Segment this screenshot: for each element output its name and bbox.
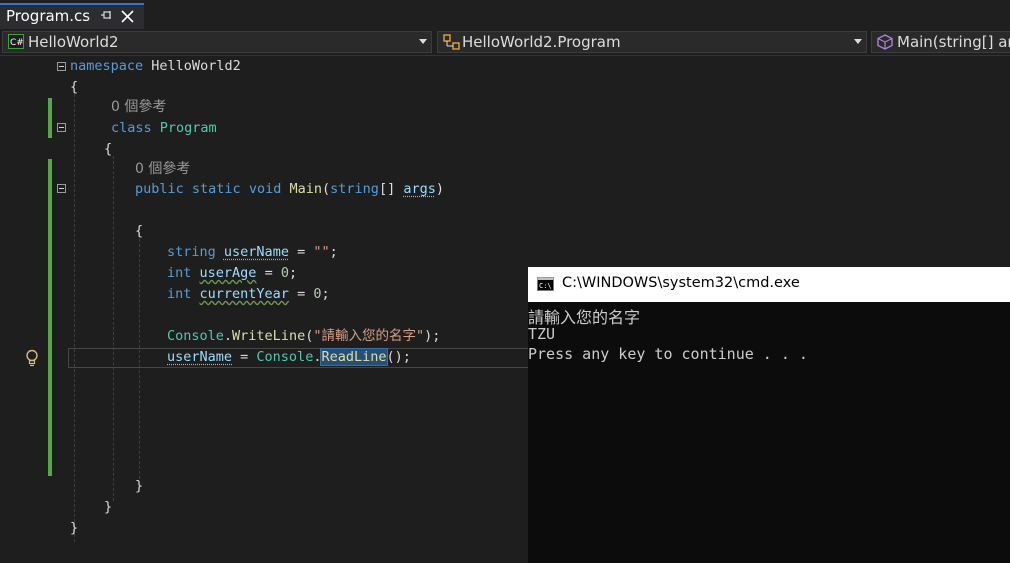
navigation-bar: C# HelloWorld2 HelloWorld2.Program Main(…	[0, 29, 1010, 56]
console-output-line: TZU	[528, 325, 556, 343]
code-line: int userAge = 0;	[167, 265, 298, 281]
svg-text:C#: C#	[10, 38, 24, 48]
code-line: {	[135, 223, 144, 239]
member-dropdown[interactable]: Main(string[] args)	[871, 31, 1010, 53]
svg-text:C:\: C:\	[539, 282, 552, 290]
variable-currentyear: currentYear	[199, 286, 289, 302]
tab-label: Program.cs	[6, 7, 91, 25]
class-icon	[443, 34, 460, 50]
glyph-margin	[0, 56, 22, 563]
console-output-line: Press any key to continue . . .	[528, 345, 808, 363]
code-line: {	[70, 79, 79, 95]
class-console: Console	[167, 328, 224, 344]
code-line: namespace HelloWorld2	[70, 56, 241, 76]
class-name: Program	[159, 120, 217, 136]
code-line: class Program	[111, 118, 217, 138]
collapse-method-toggle[interactable]	[57, 184, 66, 193]
close-icon[interactable]	[121, 10, 134, 23]
method-writeline: WriteLine	[232, 328, 306, 344]
code-line: }	[135, 478, 144, 494]
number-literal: 0	[280, 265, 289, 281]
keyword-namespace: namespace	[70, 58, 144, 74]
code-line: }	[70, 520, 79, 536]
keyword-int: int	[167, 265, 192, 281]
collapse-class-toggle[interactable]	[57, 123, 66, 132]
keyword-void: void	[248, 181, 282, 197]
variable-username: userName	[167, 349, 233, 365]
change-bar	[48, 98, 52, 138]
method-readline-selected[interactable]: ReadLine	[320, 348, 388, 366]
code-line: userName = Console.ReadLine();	[167, 348, 411, 366]
keyword-class: class	[111, 120, 152, 136]
keyword-string: string	[167, 244, 216, 260]
method-name: Main	[289, 181, 323, 197]
code-line: string userName = "";	[167, 244, 338, 260]
lightbulb-icon[interactable]	[25, 349, 39, 367]
cmd-icon: C:\	[537, 277, 554, 291]
indent-guide	[74, 94, 75, 542]
variable-username: userName	[223, 244, 289, 260]
string-literal: ""	[313, 244, 330, 260]
csharp-project-icon: C#	[8, 34, 24, 49]
codelens-reference-count[interactable]: 0 個參考	[135, 159, 190, 179]
method-cube-icon	[877, 34, 893, 50]
code-line: int currentYear = 0;	[167, 286, 330, 302]
document-tab-strip: Program.cs	[0, 0, 1010, 29]
string-literal: "請輸入您的名字"	[313, 328, 425, 344]
class-dropdown[interactable]: HelloWorld2.Program	[437, 31, 867, 53]
console-window[interactable]: C:\ C:\WINDOWS\system32\cmd.exe 請輸入您的名字 …	[528, 267, 1010, 563]
keyword-string: string	[330, 181, 379, 197]
code-line: }	[104, 499, 113, 515]
variable-userage: userAge	[199, 265, 257, 281]
codelens-reference-count[interactable]: 0 個參考	[111, 97, 166, 117]
keyword-public: public	[135, 181, 184, 197]
code-line: {	[104, 141, 113, 157]
chevron-down-icon	[419, 39, 427, 44]
class-console: Console	[256, 349, 314, 365]
code-line: public static void Main(string[] args)	[135, 181, 444, 197]
keyword-static: static	[191, 181, 241, 197]
console-titlebar[interactable]: C:\ C:\WINDOWS\system32\cmd.exe	[528, 267, 1010, 302]
parameter-name: args	[403, 181, 436, 197]
namespace-name: HelloWorld2	[151, 58, 241, 74]
tab-program-cs[interactable]: Program.cs	[0, 3, 144, 29]
indent-guide	[113, 156, 114, 501]
member-dropdown-label: Main(string[] args)	[897, 33, 1010, 51]
code-line: Console.WriteLine("請輸入您的名字");	[167, 328, 441, 344]
class-dropdown-label: HelloWorld2.Program	[462, 33, 621, 51]
keyword-int: int	[167, 286, 192, 302]
collapse-namespace-toggle[interactable]	[57, 62, 66, 71]
console-title: C:\WINDOWS\system32\cmd.exe	[562, 275, 800, 291]
project-dropdown[interactable]: C# HelloWorld2	[2, 31, 432, 53]
pin-icon[interactable]	[99, 9, 113, 23]
project-dropdown-label: HelloWorld2	[28, 33, 119, 51]
change-bar	[48, 159, 52, 476]
chevron-down-icon	[854, 39, 862, 44]
